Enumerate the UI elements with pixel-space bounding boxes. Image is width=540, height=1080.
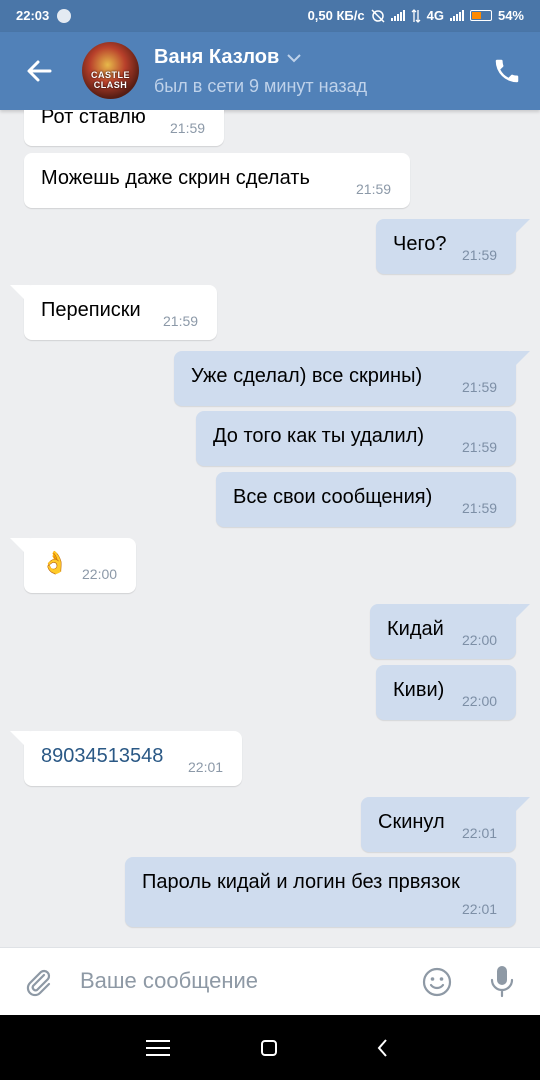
- message-text: Все свои сообщения): [233, 486, 433, 508]
- smile-icon[interactable]: [421, 966, 453, 998]
- contact-name-text: Ваня Казлов: [154, 46, 280, 68]
- bubble-tail: [10, 285, 30, 299]
- message-time: 22:01: [188, 759, 224, 775]
- bubble-tail: [510, 797, 530, 811]
- message-list[interactable]: Рот ставлю 21:59 Можешь даже скрин сдела…: [0, 110, 540, 947]
- bubble-tail: [10, 731, 30, 745]
- arrow-left-icon[interactable]: [22, 54, 56, 88]
- message-text: До того как ты удалил): [213, 425, 425, 447]
- chat-header: CASTLE CLASH Ваня Казлов был в сети 9 ми…: [0, 32, 540, 110]
- message-bubble-incoming[interactable]: Переписки 21:59: [24, 285, 217, 340]
- message-time: 22:00: [82, 566, 118, 582]
- message-text: Скинул: [378, 811, 445, 833]
- data-arrows-icon: [411, 8, 421, 23]
- home-square-icon[interactable]: [261, 1040, 277, 1056]
- message-time: 22:01: [462, 901, 498, 917]
- message-input[interactable]: Ваше сообщение: [80, 968, 258, 994]
- message-bubble-outgoing[interactable]: До того как ты удалил) 21:59: [196, 411, 516, 466]
- avatar[interactable]: CASTLE CLASH: [82, 42, 139, 99]
- ok-hand-emoji: 👌: [41, 550, 69, 575]
- message-bubble-outgoing[interactable]: Скинул 22:01: [361, 797, 516, 852]
- message-bubble-outgoing[interactable]: Уже сделал) все скрины) 21:59: [174, 351, 516, 406]
- message-time: 22:00: [462, 632, 498, 648]
- bubble-tail: [510, 351, 530, 365]
- nav-back-icon[interactable]: [374, 1037, 392, 1059]
- message-bubble-incoming[interactable]: 👌 22:00: [24, 538, 136, 593]
- message-time: 22:01: [462, 825, 498, 841]
- status-bar: 22:03 0,50 КБ/с 4G 54%: [0, 0, 540, 32]
- battery-percent: 54%: [497, 8, 524, 23]
- message-bubble-outgoing[interactable]: Чего? 21:59: [376, 219, 516, 274]
- message-bubble-outgoing[interactable]: Пароль кидай и логин без првязок 22:01: [125, 857, 516, 927]
- message-text: Рот ставлю: [41, 110, 146, 128]
- message-time: 21:59: [170, 120, 206, 136]
- message-text: Можешь даже скрин сделать: [41, 167, 310, 189]
- phone-icon[interactable]: [492, 56, 522, 86]
- contact-status: был в сети 9 минут назад: [154, 76, 368, 96]
- message-bubble-incoming[interactable]: Рот ставлю 21:59: [24, 110, 224, 146]
- message-time: 21:59: [356, 181, 392, 197]
- microphone-icon[interactable]: [486, 964, 518, 998]
- signal-icon: [390, 10, 405, 21]
- message-bubble-incoming[interactable]: 89034513548 22:01: [24, 731, 242, 786]
- message-text: Кидай: [387, 618, 444, 640]
- message-time: 22:00: [462, 693, 498, 709]
- battery-icon: [469, 10, 492, 21]
- bubble-tail: [510, 604, 530, 618]
- message-text: Пароль кидай и логин без првязок: [142, 871, 460, 893]
- bubble-tail: [10, 538, 30, 552]
- network-type: 4G: [426, 8, 444, 23]
- signal-2-icon: [449, 10, 464, 21]
- phone-number-link[interactable]: 89034513548: [41, 745, 163, 768]
- message-bubble-incoming[interactable]: Можешь даже скрин сделать 21:59: [24, 153, 410, 208]
- message-bubble-outgoing[interactable]: Все свои сообщения) 21:59: [216, 472, 516, 527]
- contact-name[interactable]: Ваня Казлов: [154, 46, 302, 69]
- system-nav-bar: [0, 1015, 540, 1080]
- message-text: Переписки: [41, 299, 141, 321]
- chevron-down-icon[interactable]: [287, 53, 302, 63]
- message-time: 21:59: [462, 439, 498, 455]
- alarm-off-icon: [371, 8, 385, 23]
- message-time: 21:59: [462, 500, 498, 516]
- bubble-tail: [510, 219, 530, 233]
- message-composer: Ваше сообщение: [0, 947, 540, 1016]
- network-speed: 0,50 КБ/с: [307, 8, 365, 23]
- message-bubble-outgoing[interactable]: Киви) 22:00: [376, 665, 516, 720]
- message-text: Уже сделал) все скрины): [191, 365, 423, 387]
- message-time: 21:59: [462, 379, 498, 395]
- menu-icon[interactable]: [144, 1037, 172, 1059]
- message-text: Чего?: [393, 233, 447, 255]
- vk-notification-icon: [57, 8, 72, 23]
- status-time: 22:03: [16, 8, 50, 23]
- message-time: 21:59: [462, 247, 498, 263]
- message-text: Киви): [393, 679, 445, 701]
- avatar-logo-text: CASTLE CLASH: [91, 70, 130, 90]
- message-time: 21:59: [163, 313, 199, 329]
- message-bubble-outgoing[interactable]: Кидай 22:00: [370, 604, 516, 659]
- paperclip-icon[interactable]: [22, 966, 54, 998]
